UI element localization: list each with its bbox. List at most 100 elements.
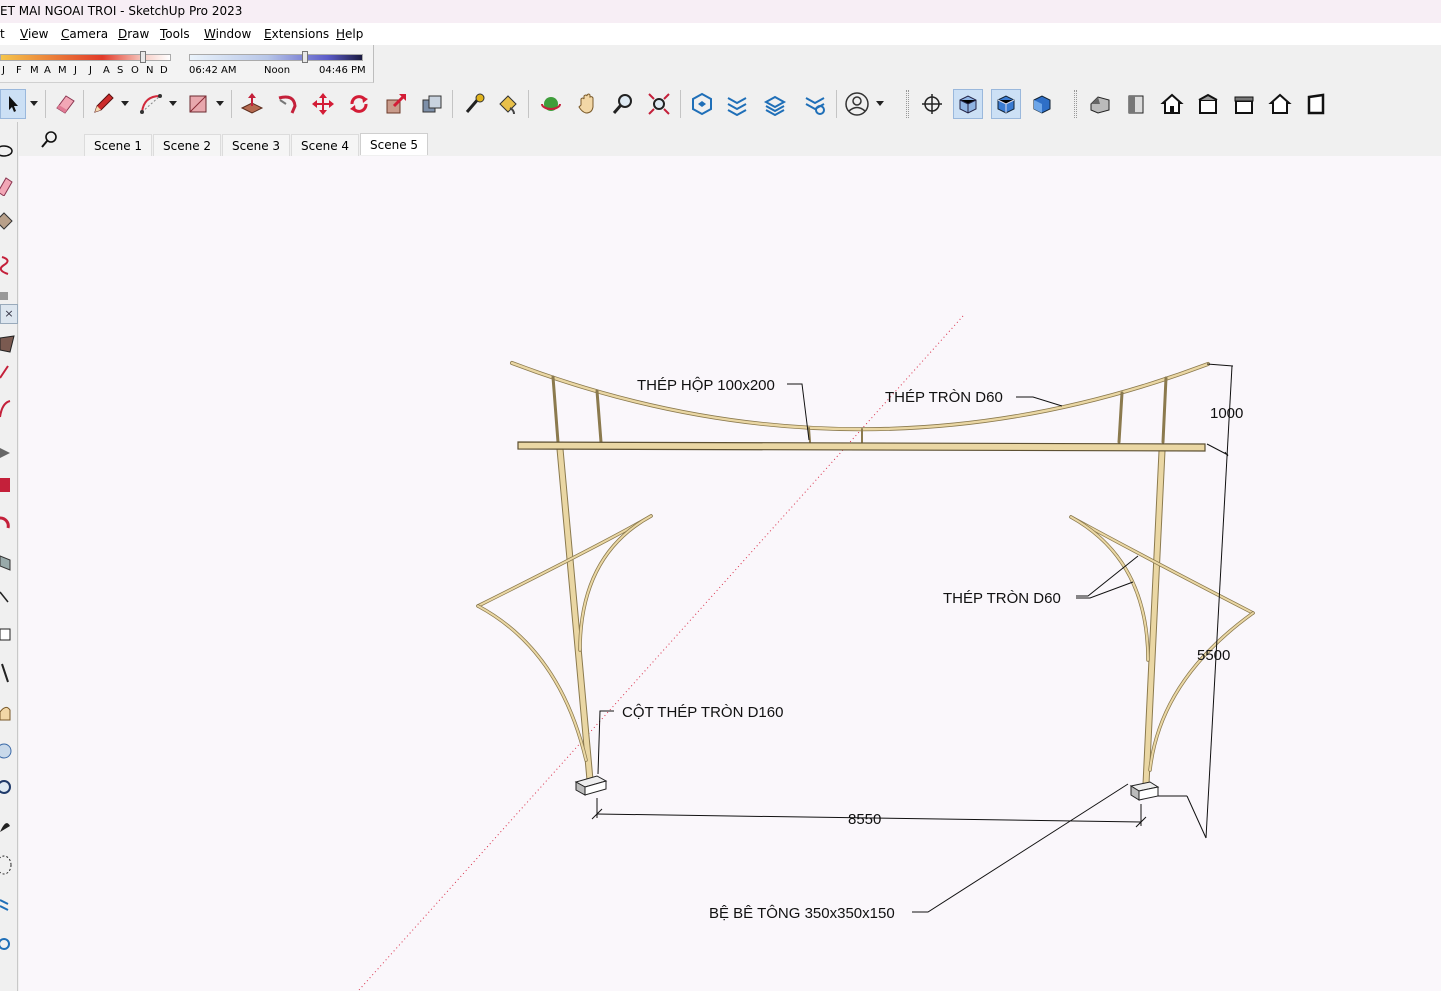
paint-bucket-tool-button[interactable] (493, 89, 523, 119)
tab-scene-1[interactable]: Scene 1 (84, 134, 153, 156)
orbit-tool-button[interactable] (536, 89, 566, 119)
follow-me-tool-button[interactable] (272, 89, 302, 119)
extension-manager-button[interactable] (800, 89, 830, 119)
menu-view[interactable]: View (20, 27, 48, 41)
iso-view-button[interactable] (1085, 89, 1115, 119)
menu-bar: t View Camera Draw Tools Window Extensio… (0, 23, 1441, 45)
parallel-projection-button[interactable] (953, 89, 983, 119)
offset-tool-button[interactable] (417, 89, 447, 119)
perspective-button[interactable] (991, 89, 1021, 119)
offset-side-button[interactable] (0, 550, 18, 572)
toolbar-grip[interactable] (1074, 90, 1077, 118)
sunset-label: 04:46 PM (319, 65, 366, 76)
extension-warehouse-icon (727, 97, 747, 116)
iso-box-icon (997, 95, 1015, 114)
menu-extensions[interactable]: Extensions (264, 27, 329, 41)
window-title: ET MAI NGOAI TROI - SketchUp Pro 2023 (0, 4, 243, 18)
eraser-side-button[interactable] (0, 174, 18, 196)
eye-icon (0, 855, 12, 875)
zoom-extents-tool-button[interactable] (644, 89, 674, 119)
shaded-style-button[interactable] (1027, 89, 1057, 119)
line-side-button[interactable] (0, 362, 18, 384)
left-view-button[interactable] (1265, 89, 1295, 119)
time-slider[interactable] (189, 54, 363, 61)
close-panel-button[interactable]: × (0, 304, 18, 324)
front-view-button[interactable] (1157, 89, 1187, 119)
scale-tool-button[interactable] (381, 89, 411, 119)
chevron-down-icon (216, 101, 224, 106)
warehouse-side-button[interactable] (0, 894, 18, 916)
pan-side-button[interactable] (0, 702, 18, 724)
move-icon (312, 93, 334, 115)
menu-draw[interactable]: Draw (118, 27, 149, 41)
model-canvas[interactable]: THÉP HỘP 100x200 THÉP TRÒN D60 THÉP TRÒN… (19, 156, 1441, 991)
menu-help[interactable]: Help (336, 27, 363, 41)
zoom-side-button[interactable] (0, 778, 18, 800)
right-view-button[interactable] (1193, 89, 1223, 119)
axes-side-button[interactable] (0, 662, 18, 684)
text-side-button[interactable] (0, 624, 18, 646)
arc-side-button[interactable] (0, 397, 18, 419)
tape-measure-tool-button[interactable] (459, 89, 489, 119)
send-to-layout-icon (763, 95, 787, 116)
menu-camera[interactable]: Camera (61, 27, 108, 41)
time-slider-thumb[interactable] (302, 51, 308, 63)
select-dropdown-button[interactable] (27, 89, 41, 119)
eraser-icon (0, 177, 13, 196)
push-pull-tool-button[interactable] (237, 89, 267, 119)
rectangle-dropdown-button[interactable] (213, 89, 227, 119)
pan-tool-button[interactable] (572, 89, 602, 119)
move-tool-button[interactable] (308, 89, 338, 119)
push-pull-side-button[interactable] (0, 332, 18, 354)
house-iso-icon (1090, 96, 1110, 114)
walk-side-button[interactable] (0, 816, 18, 838)
rotate-icon (350, 95, 368, 113)
scene-search-button[interactable] (40, 130, 62, 152)
sunrise-label: 06:42 AM (189, 65, 237, 76)
rectangle-tool-button[interactable] (183, 89, 213, 119)
orbit-icon (541, 97, 561, 111)
follow-me-side-button[interactable] (0, 442, 18, 464)
bottom-view-button[interactable] (1301, 89, 1331, 119)
tape-side-button[interactable] (0, 588, 18, 610)
drawing-viewport[interactable]: THÉP HỘP 100x200 THÉP TRÒN D60 THÉP TRÒN… (19, 156, 1441, 991)
tab-scene-4[interactable]: Scene 4 (291, 134, 360, 156)
extension-warehouse-button[interactable] (722, 89, 752, 119)
date-slider-thumb[interactable] (140, 51, 146, 63)
move-side-button[interactable] (0, 474, 18, 496)
tab-scene-2[interactable]: Scene 2 (153, 134, 222, 156)
rotate-side-button[interactable] (0, 512, 18, 534)
warehouse-button[interactable] (687, 89, 717, 119)
tab-scene-5[interactable]: Scene 5 (360, 133, 429, 155)
line-tool-button[interactable] (88, 89, 118, 119)
zoom-tool-button[interactable] (608, 89, 638, 119)
top-view-button[interactable] (1121, 89, 1151, 119)
menu-tools[interactable]: Tools (160, 27, 190, 41)
eraser-tool-button[interactable] (50, 89, 80, 119)
menu-window[interactable]: Window (204, 27, 251, 41)
look-around-side-button[interactable] (0, 854, 18, 876)
back-view-button[interactable] (1229, 89, 1259, 119)
shaded-box-icon (1033, 95, 1051, 114)
lasso-icon (0, 145, 13, 157)
pie-icon (0, 400, 11, 418)
section-side-button[interactable] (0, 740, 18, 762)
gear-icon (0, 938, 10, 950)
lasso-tool-button[interactable] (0, 140, 18, 162)
freehand-side-button[interactable] (0, 254, 18, 276)
rectangle-side-button[interactable] (0, 210, 18, 232)
month-label: O (131, 65, 139, 76)
line-dropdown-button[interactable] (118, 89, 132, 119)
layout-button[interactable] (760, 89, 790, 119)
position-camera-button[interactable] (917, 89, 947, 119)
tab-scene-3[interactable]: Scene 3 (222, 134, 291, 156)
account-button[interactable] (842, 89, 872, 119)
account-dropdown-button[interactable] (873, 89, 887, 119)
toolbar-grip[interactable] (906, 90, 909, 118)
settings-side-button[interactable] (0, 932, 18, 954)
rotate-tool-button[interactable] (344, 89, 374, 119)
arc-tool-button[interactable] (136, 89, 166, 119)
arc-dropdown-button[interactable] (166, 89, 180, 119)
select-tool-button[interactable] (0, 89, 26, 119)
menu-edit[interactable]: t (0, 27, 5, 41)
